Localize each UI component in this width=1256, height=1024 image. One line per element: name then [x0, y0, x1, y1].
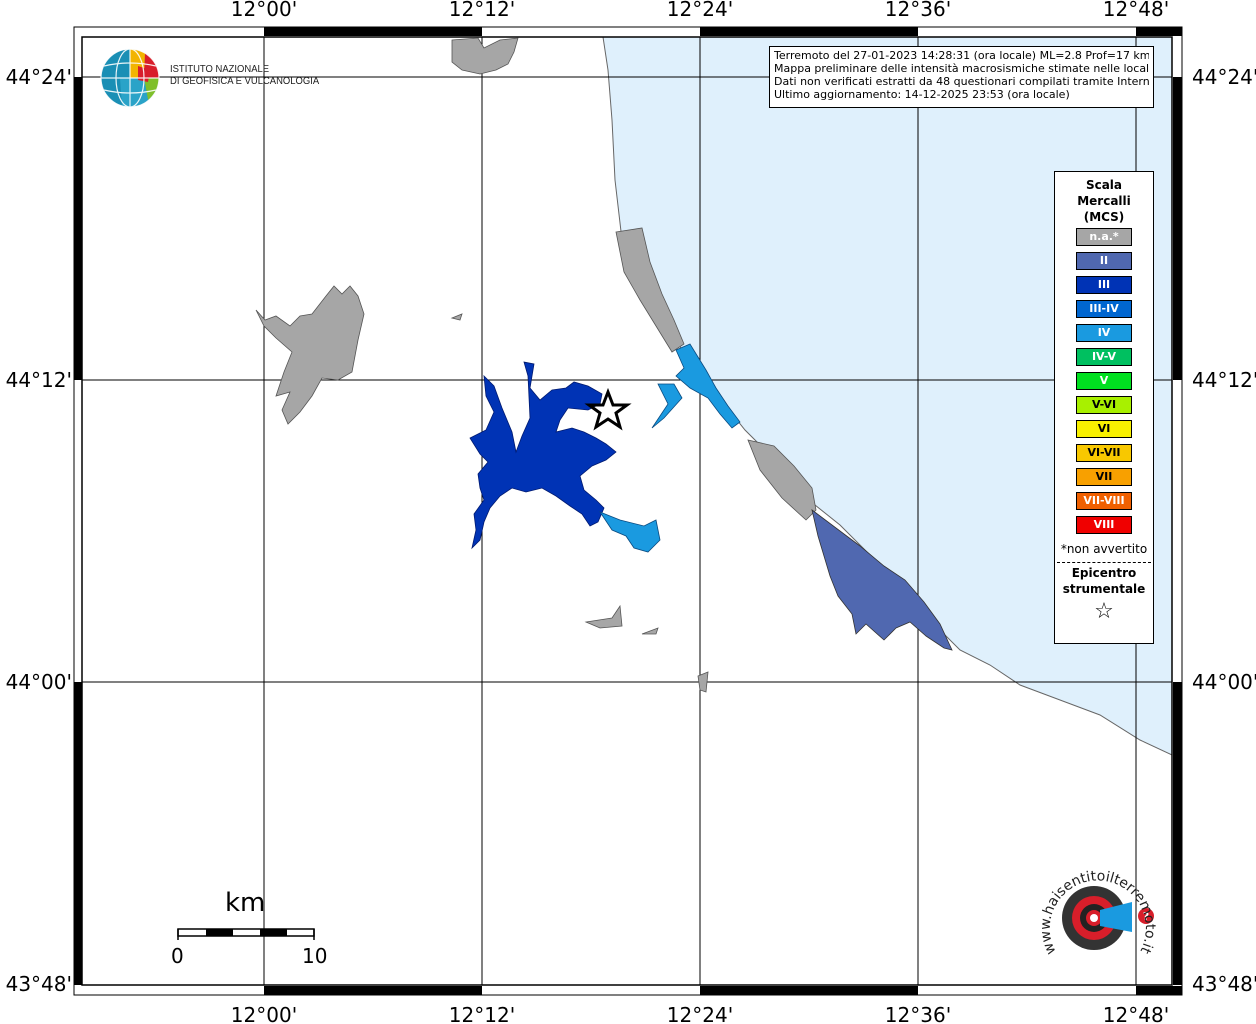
lon-label: 12°24' [667, 1003, 733, 1024]
globe-icon [100, 48, 160, 108]
lat-label: 44°24' [1192, 65, 1256, 89]
haisentito-logo: ? www.haisentitoilterremoto.it [1036, 860, 1166, 980]
legend-title-line: Scala [1085, 178, 1123, 192]
mcs-legend: Scala Mercalli (MCS) n.a.* II III III-IV IV I… [1054, 171, 1154, 644]
lat-label: 44°00' [1192, 670, 1256, 694]
lon-label: 12°12' [449, 1003, 515, 1024]
lat-label: 43°48' [6, 972, 72, 996]
event-info-box: Terremoto del 27-01-2023 14:28:31 (ora l… [769, 46, 1154, 108]
ingv-line2: DI GEOFISICA E VULCANOLOGIA [170, 75, 320, 87]
legend-item: VII-VIII [1076, 492, 1132, 510]
lon-label: 12°00' [231, 1003, 297, 1024]
legend-item: V-VI [1076, 396, 1132, 414]
seismograph-logo-icon: ? www.haisentitoilterremoto.it [1038, 868, 1158, 956]
legend-epicenter-line1: Epicentro [1071, 566, 1137, 580]
lon-label: 12°36' [885, 1003, 951, 1024]
legend-epicenter-label: Epicentro strumentale [1055, 565, 1153, 597]
legend-item: VIII [1076, 516, 1132, 534]
legend-item: II [1076, 252, 1132, 270]
scale-max: 10 [302, 944, 328, 968]
legend-item: III [1076, 276, 1132, 294]
map-description: Mappa preliminare delle intensità macros… [774, 62, 1149, 75]
legend-item: IV-V [1076, 348, 1132, 366]
legend-item: III-IV [1076, 300, 1132, 318]
lat-labels-right: 44°24' 44°12' 44°00' 43°48' [1192, 65, 1256, 996]
lon-label: 12°36' [885, 0, 951, 21]
legend-title-line: (MCS) [1083, 210, 1125, 224]
lat-labels-left: 44°24' 44°12' 44°00' 43°48' [6, 65, 72, 996]
last-update: Ultimo aggiornamento: 14-12-2025 23:53 (… [774, 88, 1070, 101]
lat-label: 43°48' [1192, 972, 1256, 996]
legend-item: V [1076, 372, 1132, 390]
lon-label: 12°48' [1103, 1003, 1169, 1024]
scale-bar [177, 928, 315, 940]
ingv-logo: ISTITUTO NAZIONALE DI GEOFISICA E VULCAN… [100, 48, 320, 110]
legend-item: VI [1076, 420, 1132, 438]
area-intensity-III [469, 361, 617, 550]
lat-label: 44°24' [6, 65, 72, 89]
lon-label: 12°12' [449, 0, 515, 21]
scale-min: 0 [171, 944, 184, 968]
data-disclaimer: Dati non verificati estratti da 48 quest… [774, 75, 1149, 88]
star-icon: ☆ [1094, 599, 1114, 624]
lon-labels-top: 12°00' 12°12' 12°24' 12°36' 12°48' [231, 0, 1169, 21]
legend-item: IV [1076, 324, 1132, 342]
lon-label: 12°00' [231, 0, 297, 21]
scale-unit: km [225, 888, 266, 918]
lon-labels-bottom: 12°00' 12°12' 12°24' 12°36' 12°48' [231, 1003, 1169, 1024]
legend-item: n.a.* [1076, 228, 1132, 246]
legend-title: Scala Mercalli (MCS) [1055, 177, 1153, 225]
ingv-name: ISTITUTO NAZIONALE DI GEOFISICA E VULCAN… [170, 63, 319, 87]
legend-note: *non avvertito [1060, 542, 1148, 556]
lon-label: 12°24' [667, 0, 733, 21]
legend-item: VII [1076, 468, 1132, 486]
event-title: Terremoto del 27-01-2023 14:28:31 (ora l… [774, 49, 1149, 62]
lat-label: 44°00' [6, 670, 72, 694]
legend-separator [1057, 562, 1151, 563]
lon-label: 12°48' [1103, 0, 1169, 21]
legend-item: VI-VII [1076, 444, 1132, 462]
legend-title-line: Mercalli [1077, 194, 1131, 208]
ingv-line1: ISTITUTO NAZIONALE [170, 63, 270, 75]
lat-label: 44°12' [1192, 368, 1256, 392]
legend-epicenter-line2: strumentale [1062, 582, 1146, 596]
lat-label: 44°12' [6, 368, 72, 392]
legend-items: n.a.* II III III-IV IV IV-V V V-VI VI VI-VII VII VI… [1055, 228, 1153, 534]
